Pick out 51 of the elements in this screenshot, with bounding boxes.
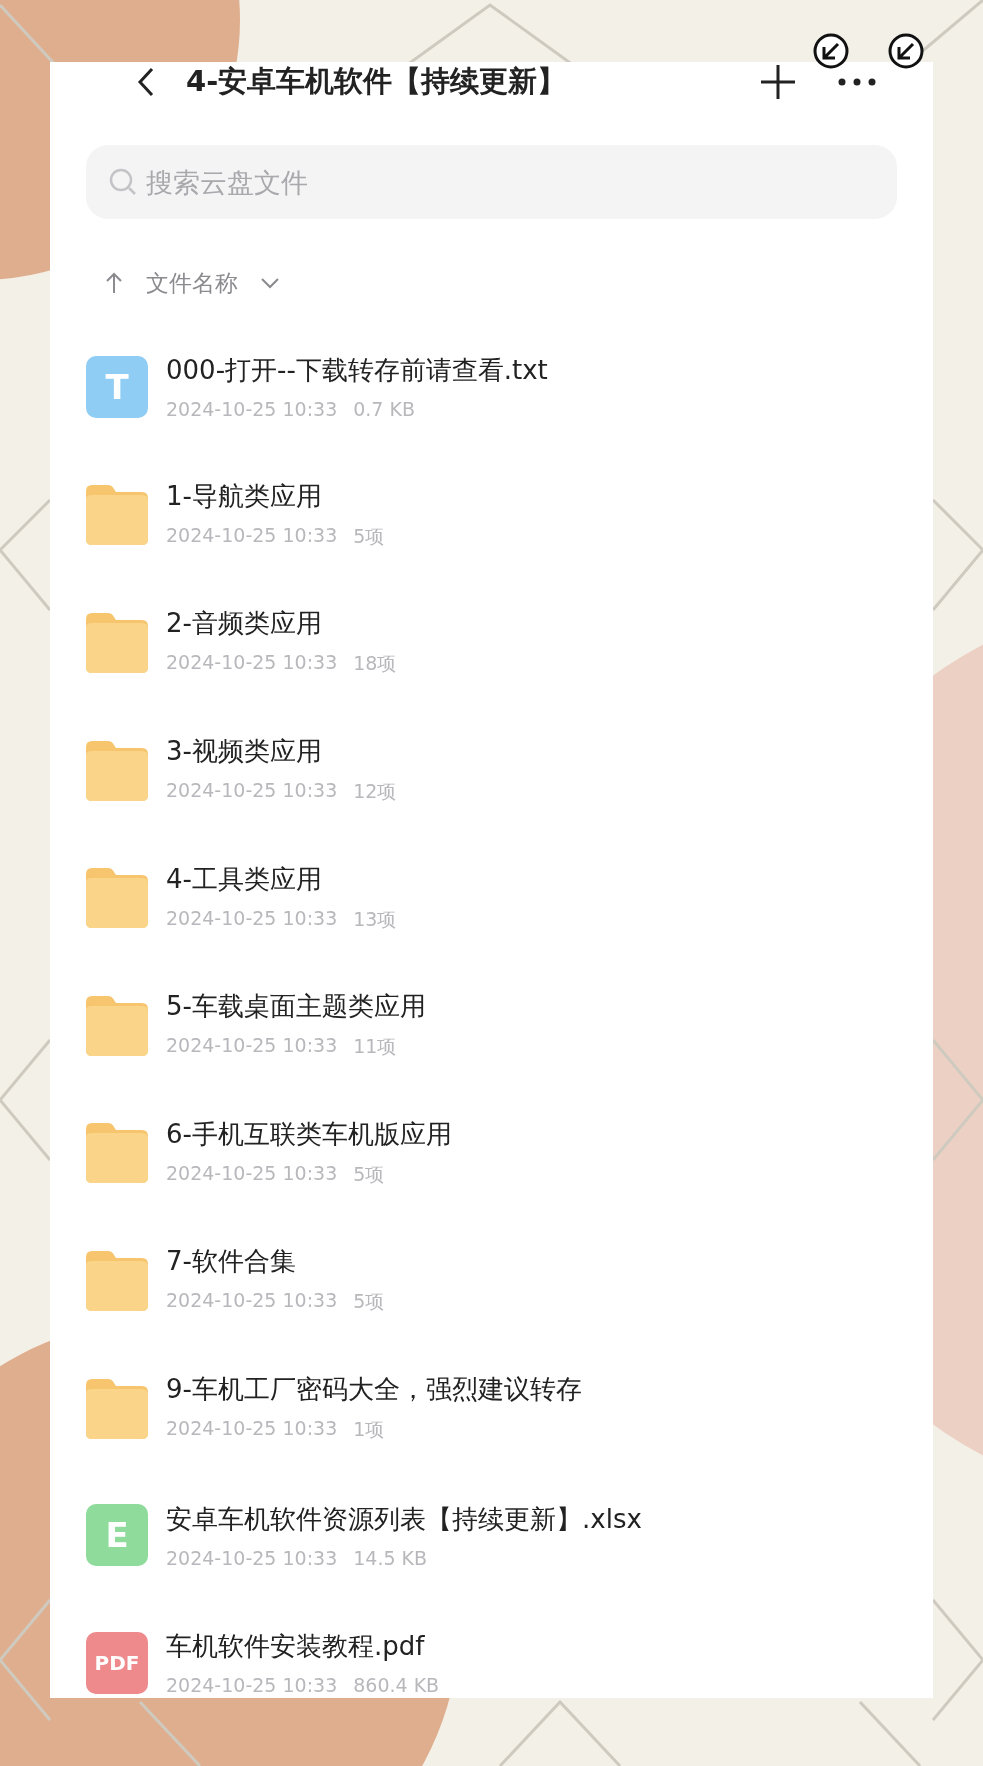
file-name[interactable]: 5-车载桌面主题类应用: [166, 989, 426, 1025]
file-date: 2024-10-25 10:33: [166, 1417, 338, 1442]
file-size: 13项: [353, 906, 397, 932]
file-date: 2024-10-25 10:33: [166, 651, 338, 676]
file-date: 2024-10-25 10:33: [166, 1289, 338, 1314]
file-name[interactable]: 7-软件合集: [166, 1244, 385, 1280]
folder-icon: [86, 1248, 148, 1311]
file-size: 1项: [353, 1417, 385, 1443]
file-date: 2024-10-25 10:33: [166, 779, 338, 804]
file-size: 18项: [353, 651, 397, 677]
file-date: 2024-10-25 10:33: [166, 398, 338, 421]
file-name[interactable]: 1-导航类应用: [166, 478, 385, 514]
back-icon[interactable]: [136, 66, 156, 98]
file-name[interactable]: 4-工具类应用: [166, 861, 397, 897]
sort-arrow-icon[interactable]: [104, 272, 124, 294]
file-size: 5项: [353, 1289, 385, 1315]
file-date: 2024-10-25 10:33: [166, 906, 338, 931]
file-size: 12项: [353, 779, 397, 805]
file-size: 0.7 KB: [353, 398, 415, 421]
file-size: 11项: [353, 1034, 397, 1060]
folder-icon: [86, 611, 148, 673]
file-name[interactable]: 安卓车机软件资源列表【持续更新】.xlsx: [166, 1501, 642, 1537]
spreadsheet-file-icon: E: [86, 1504, 148, 1567]
folder-title: 4-安卓车机软件【持续更新】: [186, 63, 568, 100]
pdf-file-icon: PDF: [86, 1631, 148, 1694]
file-size: 5项: [353, 523, 385, 549]
folder-icon: [86, 1376, 148, 1439]
more-icon[interactable]: [837, 77, 877, 87]
file-size: 14.5 KB: [353, 1546, 428, 1569]
folder-icon: [86, 1121, 148, 1184]
file-name[interactable]: 6-手机互联类车机版应用: [166, 1116, 452, 1152]
file-date: 2024-10-25 10:33: [166, 523, 338, 548]
folder-icon: [86, 866, 148, 929]
file-size: 5项: [353, 1161, 385, 1187]
file-size: 860.4 KB: [353, 1674, 440, 1697]
search-field[interactable]: 搜索云盘文件: [86, 145, 897, 219]
file-name[interactable]: 车机软件安装教程.pdf: [166, 1629, 440, 1665]
file-name[interactable]: 9-车机工厂密码大全，强烈建议转存: [166, 1372, 582, 1408]
folder-icon: [86, 993, 148, 1056]
folder-icon: [86, 483, 148, 546]
file-name[interactable]: 2-音频类应用: [166, 606, 397, 642]
file-name[interactable]: 000-打开--下载转存前请查看.txt: [166, 353, 548, 389]
file-date: 2024-10-25 10:33: [166, 1674, 338, 1697]
add-icon[interactable]: [759, 63, 797, 101]
file-date: 2024-10-25 10:33: [166, 1034, 338, 1059]
file-name[interactable]: 3-视频类应用: [166, 734, 397, 770]
text-file-icon: T: [86, 355, 148, 418]
folder-icon: [86, 738, 148, 801]
file-date: 2024-10-25 10:33: [166, 1161, 338, 1186]
file-date: 2024-10-25 10:33: [166, 1546, 338, 1569]
search-icon: [108, 167, 138, 197]
